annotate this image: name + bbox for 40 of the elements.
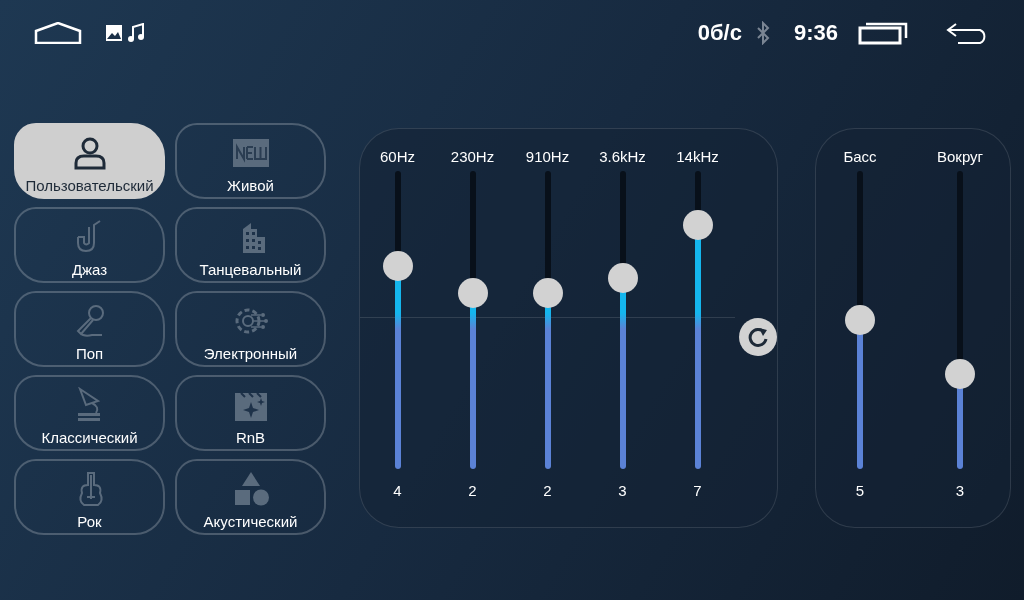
slider-value: 7 bbox=[693, 481, 702, 501]
slider-label: Басс bbox=[843, 147, 877, 167]
gallery-icon[interactable] bbox=[105, 23, 123, 42]
slider-thumb[interactable] bbox=[607, 263, 638, 294]
slider-label: 230Hz bbox=[450, 147, 495, 167]
slider-thumb[interactable] bbox=[845, 305, 875, 335]
preset-button[interactable]: Поп bbox=[14, 291, 165, 367]
clock-time: 9:36 bbox=[793, 19, 838, 46]
preset-button[interactable]: Классический bbox=[14, 375, 165, 451]
slider-value: 4 bbox=[393, 481, 402, 501]
preset-button[interactable]: Живой bbox=[175, 123, 326, 199]
slider-thumb[interactable] bbox=[382, 251, 413, 282]
preset-button[interactable]: Пользовательский bbox=[14, 123, 165, 199]
slider-thumb[interactable] bbox=[945, 358, 975, 389]
preset-button[interactable]: Танцевальный bbox=[175, 207, 326, 283]
preset-button[interactable]: Джаз bbox=[14, 207, 165, 283]
preset-button[interactable]: Рок bbox=[14, 459, 165, 535]
slider-label: Вокруг bbox=[936, 147, 984, 167]
slider-value: 3 bbox=[955, 481, 965, 501]
slider-value: 3 bbox=[618, 481, 627, 501]
slider-label: 60Hz bbox=[380, 147, 415, 167]
slider-thumb[interactable] bbox=[532, 278, 563, 309]
reset-button[interactable] bbox=[739, 318, 777, 356]
reset-icon bbox=[747, 326, 769, 348]
preset-button[interactable]: Акустический bbox=[175, 459, 326, 535]
slider-label: 910Hz bbox=[525, 147, 570, 167]
slider-label: 3.6kHz bbox=[599, 147, 646, 167]
data-rate-text: 0б/с bbox=[697, 19, 742, 46]
slider-value: 2 bbox=[543, 481, 552, 501]
home-icon[interactable] bbox=[34, 21, 82, 44]
slider-value: 2 bbox=[468, 481, 477, 501]
slider-thumb[interactable] bbox=[457, 278, 488, 309]
shapes-icon bbox=[232, 471, 269, 507]
slider-value: 5 bbox=[855, 481, 865, 501]
slider-thumb[interactable] bbox=[682, 209, 713, 240]
preset-button[interactable]: Электронный bbox=[175, 291, 326, 367]
recent-apps-icon[interactable] bbox=[858, 20, 908, 45]
slider-label: 14kHz bbox=[676, 147, 719, 167]
music-note-icon[interactable] bbox=[127, 22, 145, 43]
preset-button[interactable]: RnB bbox=[175, 375, 326, 451]
